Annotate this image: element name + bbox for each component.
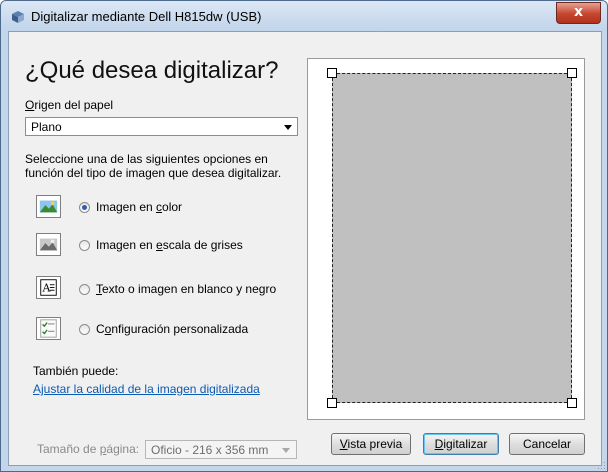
- page-size-label: Tamaño de página:: [37, 442, 139, 456]
- option-grayscale-label-pre: Imagen en: [96, 238, 157, 252]
- scan-button[interactable]: Digitalizar: [423, 433, 499, 455]
- option-color-label-post: olor: [162, 200, 183, 214]
- page-size-select[interactable]: Oficio - 216 x 356 mm: [145, 440, 297, 459]
- preview-button-accel: V: [339, 437, 348, 451]
- option-color-label-pre: Imagen en: [96, 200, 157, 214]
- window-title: Digitalizar mediante Dell H815dw (USB): [31, 9, 262, 24]
- close-icon: x: [573, 4, 584, 20]
- cancel-button[interactable]: Cancelar: [509, 433, 585, 455]
- scanner-app-icon: [12, 11, 24, 23]
- paper-source-value: Plano: [31, 120, 62, 134]
- option-grayscale-label-accel: e: [156, 238, 163, 252]
- radio-grayscale[interactable]: [79, 240, 90, 251]
- option-custom-label-pre: C: [96, 322, 105, 336]
- color-photo-icon[interactable]: [36, 195, 61, 218]
- chevron-down-icon: [284, 125, 292, 130]
- option-bw-label-post: exto o imagen en blanco y negro: [102, 282, 277, 296]
- bw-text-icon[interactable]: A: [36, 276, 61, 299]
- crop-handle-bottom-right[interactable]: [567, 398, 577, 408]
- paper-source-label: Origen del papel: [25, 98, 113, 112]
- adjust-quality-link[interactable]: Ajustar la calidad de la imagen digitali…: [33, 382, 260, 396]
- option-custom-label-post: nfiguración personalizada: [111, 322, 249, 336]
- option-grayscale-label[interactable]: Imagen en escala de grises: [96, 238, 243, 252]
- preview-button[interactable]: Vista previa: [331, 433, 411, 455]
- crop-handle-top-left[interactable]: [327, 68, 337, 78]
- also-label: También puede:: [33, 364, 119, 378]
- paper-source-label-accel: O: [25, 98, 35, 112]
- page-size-label-post: ágina:: [106, 442, 140, 456]
- chevron-down-icon: [282, 448, 290, 453]
- instructions-line-1: Seleccione una de las siguientes opcione…: [25, 152, 268, 166]
- resize-grip-icon[interactable]: [596, 460, 606, 470]
- radio-black-white[interactable]: [79, 284, 90, 295]
- grayscale-photo-icon[interactable]: [36, 233, 61, 256]
- paper-source-label-rest: rigen del papel: [34, 98, 114, 112]
- option-custom-label[interactable]: Configuración personalizada: [96, 322, 248, 336]
- close-button[interactable]: x: [556, 2, 601, 24]
- option-bw-label[interactable]: Texto o imagen en blanco y negro: [96, 282, 276, 296]
- crop-rectangle[interactable]: [332, 73, 572, 403]
- page-size-label-pre: Tamaño de: [37, 442, 100, 456]
- option-color-label[interactable]: Imagen en color: [96, 200, 182, 214]
- radio-color[interactable]: [79, 202, 90, 213]
- crop-handle-bottom-left[interactable]: [327, 398, 337, 408]
- radio-custom[interactable]: [79, 324, 90, 335]
- option-grayscale-label-post: scala de grises: [162, 238, 243, 252]
- crop-handle-top-right[interactable]: [567, 68, 577, 78]
- custom-settings-icon[interactable]: [36, 317, 61, 340]
- instructions-line-2: función del tipo de imagen que desea dig…: [25, 166, 282, 180]
- paper-source-select[interactable]: Plano: [25, 117, 298, 136]
- svg-text:A: A: [42, 282, 51, 295]
- scan-button-rest: igitalizar: [443, 437, 488, 451]
- page-title: ¿Qué desea digitalizar?: [25, 57, 279, 84]
- preview-button-rest: ista previa: [347, 437, 403, 451]
- page-size-value: Oficio - 216 x 356 mm: [151, 443, 269, 457]
- title-bar[interactable]: Digitalizar mediante Dell H815dw (USB) x: [1, 1, 607, 31]
